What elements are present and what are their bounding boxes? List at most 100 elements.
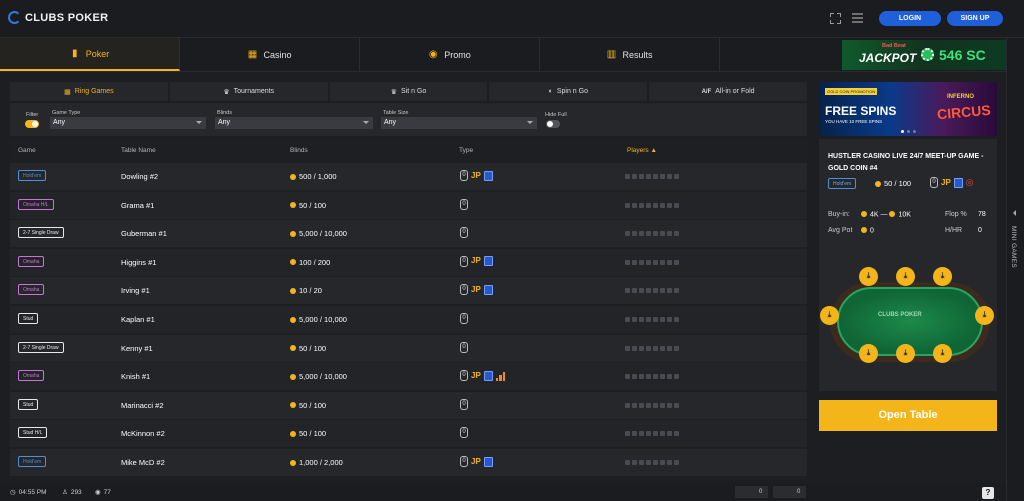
- help-button[interactable]: ?: [982, 487, 994, 499]
- table-row[interactable]: Stud Marinacci #2 50 / 100 0: [10, 391, 807, 419]
- seat-button[interactable]: ⤓: [820, 306, 839, 325]
- trophy-icon: ♛: [390, 88, 397, 96]
- medal-icon: ◉: [428, 48, 438, 60]
- open-tables-counter[interactable]: 0: [735, 486, 769, 498]
- header-blinds[interactable]: Blinds: [290, 147, 308, 154]
- chip-icon: [921, 48, 934, 61]
- header-type[interactable]: Type: [459, 147, 473, 154]
- tab-sit-n-go[interactable]: ♛ Sit n Go: [329, 82, 488, 101]
- chevron-down-icon: [527, 121, 533, 124]
- blinds-select[interactable]: Any: [215, 117, 373, 129]
- tab-all-in-or-fold[interactable]: A/F All-in or Fold: [649, 82, 807, 101]
- seat-button[interactable]: ⤓: [896, 344, 915, 363]
- seat-button[interactable]: ⤓: [859, 344, 878, 363]
- seat-indicator: [674, 174, 679, 179]
- seat-indicator: [674, 231, 679, 237]
- table-row[interactable]: Hold'em Dowling #2 500 / 1,000 0 JP: [10, 163, 807, 190]
- game-badge: 2-7 Single Draw: [18, 227, 64, 239]
- jackpot-banner[interactable]: Bad Beat JACKPOT 546 SC: [842, 40, 1006, 70]
- chevron-down-icon: [363, 121, 369, 124]
- mini-games-strip[interactable]: [1006, 38, 1024, 501]
- blinds-value: 1,000 / 2,000: [290, 458, 343, 467]
- seat-indicator: [646, 231, 651, 237]
- table-row[interactable]: Omaha Higgins #1 100 / 200 0 JP: [10, 248, 807, 276]
- logo[interactable]: CLUBS POKER: [8, 11, 108, 24]
- table-row[interactable]: Omaha Irving #1 10 / 20 0 JP: [10, 277, 807, 305]
- table-name: Knish #1: [121, 372, 151, 382]
- seat-button[interactable]: ⤓: [896, 267, 915, 286]
- blinds-label: Blinds: [217, 110, 232, 116]
- signup-button[interactable]: SIGN UP: [947, 11, 1003, 26]
- tab-casino[interactable]: ▦ Casino: [180, 38, 360, 71]
- seat-indicator: [639, 231, 644, 237]
- seat-indicator: [632, 174, 637, 179]
- mini-games-label[interactable]: MINI GAMES: [1010, 226, 1017, 268]
- game-type-select[interactable]: Any: [50, 117, 206, 129]
- zero-rake-icon: 0: [460, 456, 468, 467]
- seat-button[interactable]: ⤓: [859, 267, 878, 286]
- tab-tournaments[interactable]: ♛ Tournaments: [169, 82, 328, 101]
- seat-indicator: [646, 202, 651, 208]
- cards-icon: ▮: [71, 47, 78, 59]
- filter-toggle[interactable]: [25, 120, 39, 128]
- header-players[interactable]: Players ▲: [627, 147, 657, 154]
- seat-indicator: [653, 374, 658, 380]
- table-row[interactable]: Stud H/L McKinnon #2 50 / 100 0: [10, 420, 807, 448]
- game-type-value: Any: [53, 119, 66, 126]
- jackpot-icon: JP: [471, 284, 481, 294]
- status-bar: ◷ 04:55 PM ♙ 293 ◉ 77 0 0 ?: [0, 483, 1006, 501]
- table-row[interactable]: 2-7 Single Draw Kenny #1 50 / 100 0: [10, 334, 807, 362]
- chevron-left-icon[interactable]: [1013, 210, 1016, 216]
- seat-indicator: [660, 174, 665, 179]
- header-game[interactable]: Game: [18, 147, 36, 154]
- ring-games-table: Game Table Name Blinds Type Players ▲ Ho…: [10, 139, 807, 479]
- player-seats: [625, 231, 679, 237]
- seat-indicator: [625, 345, 630, 351]
- login-button[interactable]: LOGIN: [879, 11, 941, 26]
- tab-spin-n-go[interactable]: ◐ Spin n Go: [489, 82, 648, 101]
- seat-indicator: [632, 202, 637, 208]
- tab-results[interactable]: ▥ Results: [540, 38, 720, 71]
- seat-indicator: [639, 460, 644, 465]
- seat-button[interactable]: ⤓: [933, 267, 952, 286]
- seat-indicator: [625, 402, 630, 408]
- table-row[interactable]: Hold'em Mike McD #2 1,000 / 2,000 0 JP: [10, 449, 807, 476]
- seat-button[interactable]: ⤓: [975, 306, 994, 325]
- filter-bar: Filter Game Type Any Blinds Any Table Si…: [10, 103, 807, 136]
- clock: ◷ 04:55 PM: [10, 488, 47, 497]
- seat-button[interactable]: ⤓: [933, 344, 952, 363]
- tab-ring-games[interactable]: ▦ Ring Games: [10, 82, 168, 101]
- header-table-name[interactable]: Table Name: [121, 147, 156, 154]
- waitlist-counter[interactable]: 0: [773, 486, 807, 498]
- tab-poker[interactable]: ▮ Poker: [0, 38, 180, 71]
- promo-banner[interactable]: GOLD COIN PROMOTION FREE SPINS YOU HAVE …: [819, 82, 997, 136]
- bars-icon: [495, 371, 506, 381]
- table-row[interactable]: 2-7 Single Draw Guberman #1 5,000 / 10,000…: [10, 220, 807, 248]
- chevron-down-icon: [196, 121, 202, 124]
- table-row[interactable]: Omaha Knish #1 5,000 / 10,000 0 JP: [10, 363, 807, 391]
- tab-label: Poker: [85, 48, 110, 59]
- table-row[interactable]: Stud Kaplan #1 5,000 / 10,000 0: [10, 306, 807, 333]
- player-seats: [625, 174, 679, 179]
- menu-icon[interactable]: [852, 13, 863, 25]
- seat-indicator: [660, 259, 665, 265]
- sort-asc-icon: ▲: [650, 147, 657, 154]
- seat-indicator: [660, 345, 665, 351]
- open-table-button[interactable]: Open Table: [819, 400, 997, 431]
- banner-pager[interactable]: [901, 130, 916, 133]
- seat-indicator: [625, 374, 630, 380]
- seat-indicator: [632, 345, 637, 351]
- player-seats: [625, 402, 679, 408]
- table-size-select[interactable]: Any: [381, 117, 537, 129]
- fullscreen-icon[interactable]: [830, 13, 841, 24]
- game-badge: Stud: [18, 313, 39, 324]
- seat-indicator: [674, 288, 679, 294]
- hide-full-toggle[interactable]: [546, 120, 560, 128]
- seat-indicator: [667, 259, 672, 265]
- player-seats: [625, 259, 679, 265]
- blinds-value: 5,000 / 10,000: [290, 372, 347, 381]
- tab-promo[interactable]: ◉ Promo: [360, 38, 540, 71]
- zero-rake-icon: 0: [460, 170, 468, 181]
- blinds-value: 500 / 1,000: [290, 172, 337, 181]
- table-row[interactable]: Omaha H/L Grama #1 50 / 100 0: [10, 191, 807, 219]
